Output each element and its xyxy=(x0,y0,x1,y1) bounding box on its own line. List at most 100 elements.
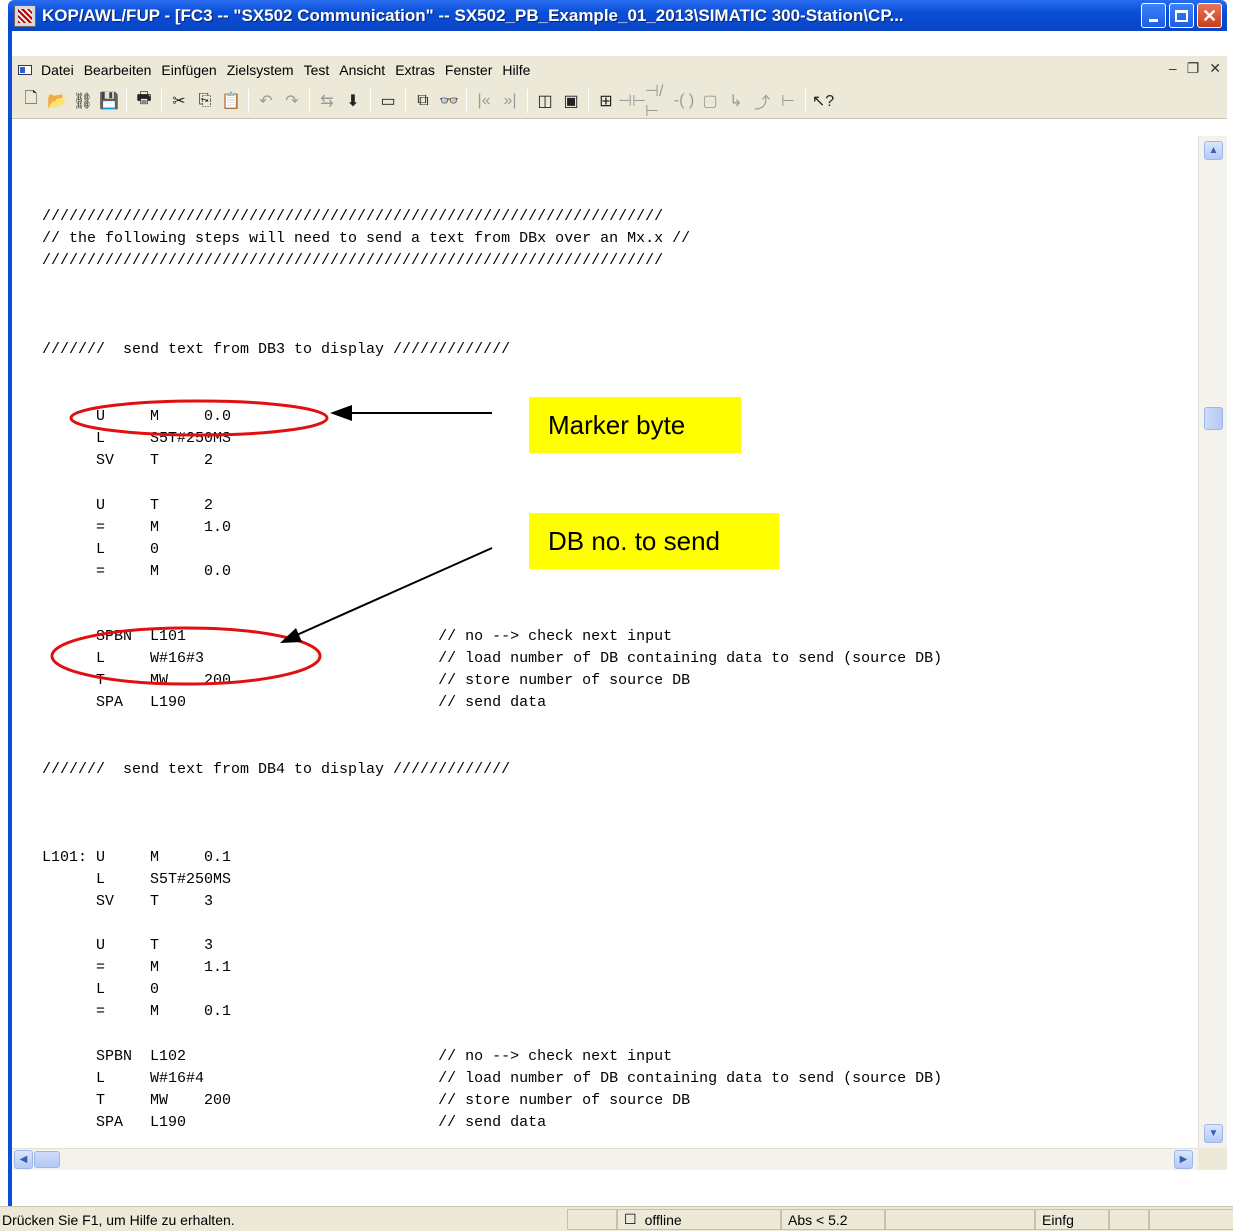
details-icon[interactable]: ▣ xyxy=(558,87,584,115)
code-line: /////// send text from DB4 to display //… xyxy=(42,761,511,778)
contact-no-icon[interactable]: ⊣⊢ xyxy=(618,87,646,115)
scroll-corner xyxy=(1198,1148,1227,1170)
child-minimize-icon[interactable]: – xyxy=(1169,60,1177,77)
vertical-scrollbar[interactable]: ▲ ▼ xyxy=(1198,136,1227,1148)
accessible-nodes-icon[interactable]: ⛓ xyxy=(70,87,96,115)
menu-fenster[interactable]: Fenster xyxy=(440,62,497,78)
toolbar-separator xyxy=(405,88,406,113)
maximize-icon xyxy=(1175,9,1188,22)
code-line: L101: U M 0.1 xyxy=(42,849,232,866)
status-help-text: Drücken Sie F1, um Hilfe zu erhalten. xyxy=(2,1212,235,1228)
code-line: ////////////////////////////////////////… xyxy=(42,208,664,225)
coil-icon[interactable]: -( ) xyxy=(671,87,697,115)
maximize-button[interactable] xyxy=(1169,3,1194,28)
compare-icon[interactable]: ⇆ xyxy=(314,87,340,115)
contact-nc-icon[interactable]: ⊣/⊢ xyxy=(645,83,671,120)
marker-byte-callout: Marker byte xyxy=(529,397,741,453)
code-line: = M 0.1 xyxy=(42,1003,232,1020)
code-line: SPBN L102 // no --> check next input xyxy=(42,1048,673,1065)
overview-icon[interactable]: ▭ xyxy=(375,87,401,115)
paste-icon[interactable]: 📋 xyxy=(218,87,244,115)
horizontal-scroll-thumb[interactable] xyxy=(34,1151,60,1168)
status-cell-empty xyxy=(567,1209,617,1230)
code-line: SPA L190 // send data xyxy=(42,694,547,711)
code-editor[interactable]: ////////////////////////////////////////… xyxy=(12,136,1198,1148)
status-insert-mode: Einfg xyxy=(1035,1209,1109,1230)
cut-icon[interactable]: ✂ xyxy=(166,87,192,115)
close-icon: ✕ xyxy=(1201,5,1218,26)
save-icon[interactable]: 💾 xyxy=(96,87,122,115)
menu-datei[interactable]: Datei xyxy=(36,62,79,78)
status-cell-empty xyxy=(885,1209,1035,1230)
status-cell-empty xyxy=(1109,1209,1149,1230)
open-folder-icon[interactable]: 📂 xyxy=(44,87,70,115)
code-line: L S5T#250MS xyxy=(42,430,232,447)
toolbar-separator xyxy=(161,88,162,113)
close-button[interactable]: ✕ xyxy=(1197,3,1222,28)
context-help-icon[interactable]: ↖? xyxy=(810,87,836,115)
document-icon[interactable] xyxy=(18,64,32,75)
copy-icon[interactable]: ⎘ xyxy=(192,87,218,115)
status-address: Abs < 5.2 xyxy=(781,1209,885,1230)
code-line: SPA L190 // send data xyxy=(42,1114,547,1131)
connection-icon[interactable]: ⊢ xyxy=(775,87,801,115)
minimize-button[interactable] xyxy=(1141,3,1166,28)
scroll-down-icon[interactable]: ▼ xyxy=(1204,1124,1223,1143)
menu-bearbeiten[interactable]: Bearbeiten xyxy=(79,62,157,78)
code-line: L 0 xyxy=(42,981,160,998)
toolbar-separator xyxy=(805,88,806,113)
menu-bar: Datei Bearbeiten Einfügen Zielsystem Tes… xyxy=(12,56,1227,83)
minimize-icon xyxy=(1149,19,1158,22)
code-line: SPBN L101 // no --> check next input xyxy=(42,628,673,645)
program-elements-icon[interactable]: ◫ xyxy=(532,87,558,115)
code-line: U T 3 xyxy=(42,937,214,954)
toolbar-separator xyxy=(126,88,127,113)
menu-zielsystem[interactable]: Zielsystem xyxy=(222,62,299,78)
menu-hilfe[interactable]: Hilfe xyxy=(497,62,535,78)
module-info-icon[interactable]: ⧉ xyxy=(410,87,436,115)
monitor-icon[interactable]: 👓 xyxy=(436,87,462,115)
branch-close-icon[interactable]: ⤴ xyxy=(749,87,775,115)
menu-ansicht[interactable]: Ansicht xyxy=(334,62,390,78)
toolbar-separator xyxy=(466,88,467,113)
print-icon[interactable]: 🖶 xyxy=(131,87,157,115)
menu-test[interactable]: Test xyxy=(299,62,335,78)
nav-last-icon[interactable]: »| xyxy=(497,87,523,115)
status-bar: Drücken Sie F1, um Hilfe zu erhalten. ☐ … xyxy=(0,1206,1233,1231)
menu-einfuegen[interactable]: Einfügen xyxy=(156,62,221,78)
redo-icon[interactable]: ↷ xyxy=(279,87,305,115)
toolbar-separator xyxy=(309,88,310,113)
code-line: SV T 3 xyxy=(42,893,214,910)
title-bar: KOP/AWL/FUP - [FC3 -- "SX502 Communicati… xyxy=(8,0,1227,31)
download-icon[interactable]: ⬇ xyxy=(340,87,366,115)
code-line: U T 2 xyxy=(42,497,214,514)
new-file-icon[interactable]: 🗋 xyxy=(18,87,44,115)
vertical-scroll-thumb[interactable] xyxy=(1204,407,1223,430)
undo-icon[interactable]: ↶ xyxy=(253,87,279,115)
status-resize-grip[interactable] xyxy=(1149,1209,1233,1230)
child-close-icon[interactable]: ✕ xyxy=(1209,60,1221,77)
code-line: = M 0.0 xyxy=(42,563,232,580)
code-line: // the following steps will need to send… xyxy=(42,230,691,247)
scroll-up-icon[interactable]: ▲ xyxy=(1204,141,1223,160)
code-line: = M 1.1 xyxy=(42,959,232,976)
code-line: L W#16#3 // load number of DB containing… xyxy=(42,650,943,667)
code-line: = M 1.0 xyxy=(42,519,232,536)
status-connection: ☐ offline xyxy=(617,1209,781,1230)
horizontal-scrollbar[interactable]: ◀ ▶ xyxy=(12,1148,1198,1170)
db-number-callout: DB no. to send xyxy=(529,513,779,569)
box-icon[interactable]: ▢ xyxy=(697,87,723,115)
menu-extras[interactable]: Extras xyxy=(390,62,440,78)
connection-icon: ☐ xyxy=(624,1211,637,1227)
scroll-right-icon[interactable]: ▶ xyxy=(1174,1150,1193,1169)
code-line: L 0 xyxy=(42,541,160,558)
toolbar-separator xyxy=(588,88,589,113)
toolbar: 🗋 📂 ⛓ 💾 🖶 ✂ ⎘ 📋 ↶ ↷ ⇆ ⬇ ▭ ⧉ 👓 |« »| ◫ ▣ … xyxy=(12,83,1227,120)
branch-open-icon[interactable]: ↳ xyxy=(723,87,749,115)
scroll-left-icon[interactable]: ◀ xyxy=(14,1150,33,1169)
code-line: /////// send text from DB3 to display //… xyxy=(42,341,511,358)
network-icon[interactable]: ⊞ xyxy=(593,87,619,115)
nav-first-icon[interactable]: |« xyxy=(471,87,497,115)
child-restore-icon[interactable]: ❐ xyxy=(1187,60,1200,77)
awl-code: ////////////////////////////////////////… xyxy=(12,136,1198,1148)
